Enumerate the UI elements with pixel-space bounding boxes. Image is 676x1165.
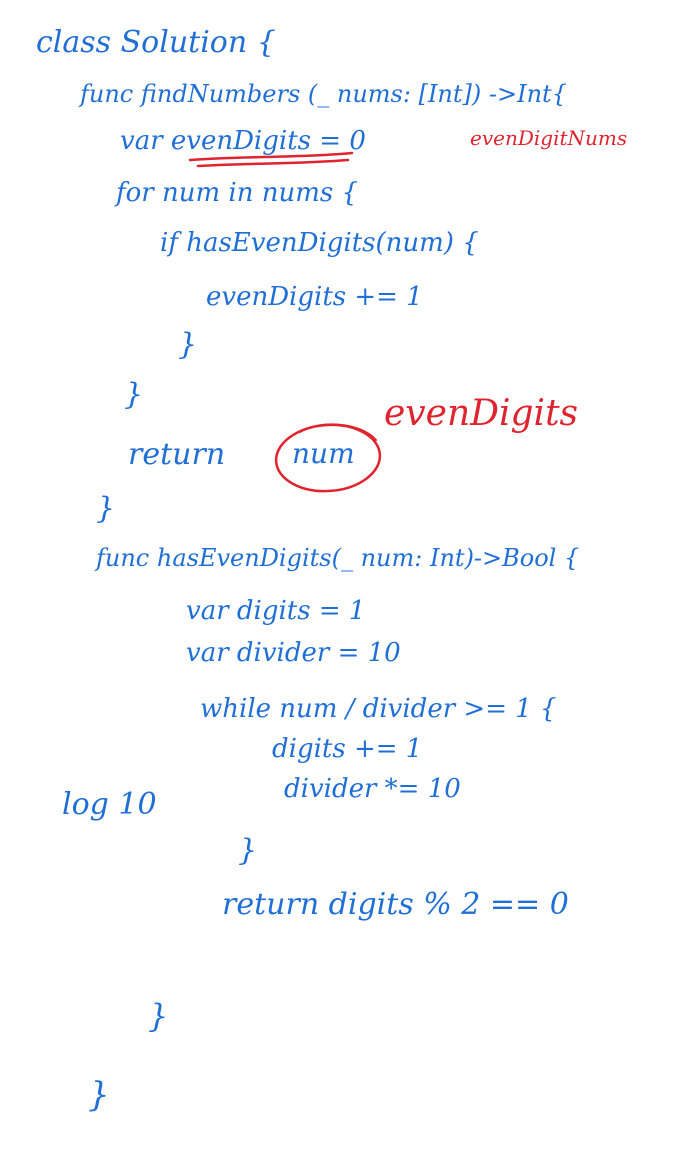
line-close-find-numbers: } <box>96 491 116 526</box>
line-var-digits: var digits = 1 <box>186 596 366 626</box>
line-close-has-even-digits: } <box>148 997 169 1035</box>
return-correction-even-digits: evenDigits <box>384 393 579 434</box>
line-find-numbers-signature: func findNumbers (_ nums: [Int]) ->Int{ <box>80 80 567 108</box>
handwritten-code-page: class Solution { func findNumbers (_ num… <box>0 0 676 1165</box>
line-has-even-digits-signature: func hasEvenDigits(_ num: Int)->Bool { <box>96 544 580 572</box>
line-return-digits-mod: return digits % 2 == 0 <box>222 887 569 922</box>
line-if-has-even-digits: if hasEvenDigits(num) { <box>160 228 479 258</box>
line-increment-digits: digits += 1 <box>272 734 423 764</box>
line-while-loop: while num / divider >= 1 { <box>200 694 557 724</box>
line-close-if: } <box>178 327 198 362</box>
line-multiply-divider: divider *= 10 <box>284 774 461 804</box>
return-circled-num: num <box>292 437 355 470</box>
line-close-class: } <box>88 1075 110 1115</box>
line-close-for: } <box>124 377 144 412</box>
line-var-divider: var divider = 10 <box>186 638 401 668</box>
line-close-while: } <box>238 833 258 868</box>
line-increment-even-digits: evenDigits += 1 <box>206 282 423 312</box>
line-class-declaration: class Solution { <box>36 25 276 60</box>
return-keyword: return <box>128 437 226 472</box>
ink-marks <box>188 151 382 493</box>
line-var-even-digits: var evenDigits = 0 <box>120 126 366 156</box>
margin-note-log-10: log 10 <box>62 787 157 822</box>
note-even-digit-nums: evenDigitNums <box>470 126 628 150</box>
line-for-loop: for num in nums { <box>116 178 358 208</box>
